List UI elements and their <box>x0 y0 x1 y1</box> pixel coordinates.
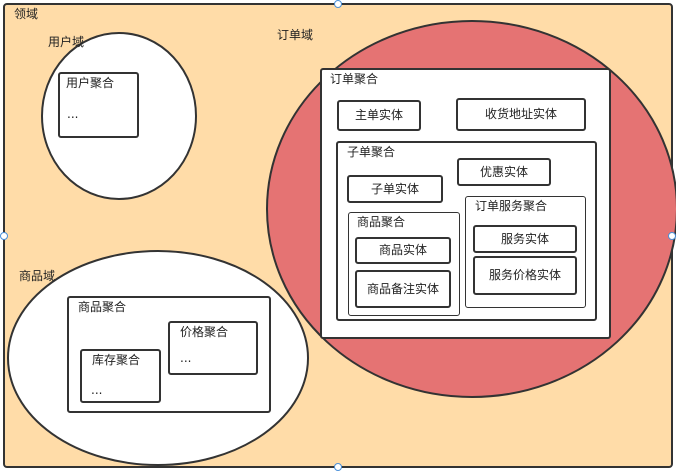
inventory-aggregate-label: 库存聚合 <box>92 353 141 367</box>
address-entity-label: 收货地址实体 <box>484 107 557 121</box>
order-domain-label: 订单域 <box>277 28 314 42</box>
selection-handle-left[interactable] <box>0 232 8 240</box>
sub-aggregate-box[interactable]: 子单聚合 子单实体 优惠实体 商品聚合 商品实体 商品备注实体 订单服务聚合 服… <box>336 141 597 321</box>
sub-aggregate-label: 子单聚合 <box>347 145 396 159</box>
product-domain-label: 商品域 <box>19 269 56 283</box>
order-aggregate-box[interactable]: 订单聚合 主单实体 收货地址实体 子单聚合 子单实体 优惠实体 商品聚合 商品实… <box>320 68 611 339</box>
selection-handle-right[interactable] <box>668 232 676 240</box>
main-entity-box[interactable]: 主单实体 <box>337 100 421 131</box>
user-aggregate-label: 用户聚合 <box>66 76 115 90</box>
product-domain-aggregate-box[interactable]: 商品聚合 库存聚合 ... 价格聚合 ... <box>67 296 271 413</box>
sub-entity-label: 子单实体 <box>370 181 419 196</box>
inventory-aggregate-box[interactable]: 库存聚合 ... <box>80 349 161 403</box>
selection-handle-top[interactable] <box>334 0 342 8</box>
service-entity-box[interactable]: 服务实体 <box>473 225 577 253</box>
product-entity-box[interactable]: 商品实体 <box>355 237 451 264</box>
discount-entity-label: 优惠实体 <box>479 164 528 179</box>
order-aggregate-label: 订单聚合 <box>330 72 379 86</box>
discount-entity-box[interactable]: 优惠实体 <box>457 158 551 186</box>
service-entity-label: 服务实体 <box>500 231 549 246</box>
product-note-entity-label: 商品备注实体 <box>366 281 439 296</box>
sub-entity-box[interactable]: 子单实体 <box>347 175 443 203</box>
product-domain-aggregate-label: 商品聚合 <box>78 300 127 314</box>
service-aggregate-box[interactable]: 订单服务聚合 服务实体 服务价格实体 <box>465 196 586 308</box>
domain-label: 领域 <box>14 7 39 21</box>
selection-handle-bottom[interactable] <box>334 463 342 471</box>
user-domain-label: 用户域 <box>48 35 85 49</box>
user-aggregate-ellipsis: ... <box>67 107 79 121</box>
address-entity-box[interactable]: 收货地址实体 <box>456 98 586 131</box>
user-aggregate-box[interactable]: 用户聚合 ... <box>58 72 139 138</box>
product-aggregate-label: 商品聚合 <box>357 215 406 229</box>
product-aggregate-box[interactable]: 商品聚合 商品实体 商品备注实体 <box>348 212 460 316</box>
service-aggregate-label: 订单服务聚合 <box>475 199 548 213</box>
product-entity-label: 商品实体 <box>378 243 427 257</box>
inventory-aggregate-ellipsis: ... <box>91 383 103 397</box>
price-aggregate-label: 价格聚合 <box>180 325 229 339</box>
service-price-entity-box[interactable]: 服务价格实体 <box>473 256 577 295</box>
service-price-entity-label: 服务价格实体 <box>488 268 561 282</box>
product-note-entity-box[interactable]: 商品备注实体 <box>355 270 451 308</box>
price-aggregate-box[interactable]: 价格聚合 ... <box>168 321 258 375</box>
main-entity-label: 主单实体 <box>354 108 403 122</box>
price-aggregate-ellipsis: ... <box>180 351 192 365</box>
